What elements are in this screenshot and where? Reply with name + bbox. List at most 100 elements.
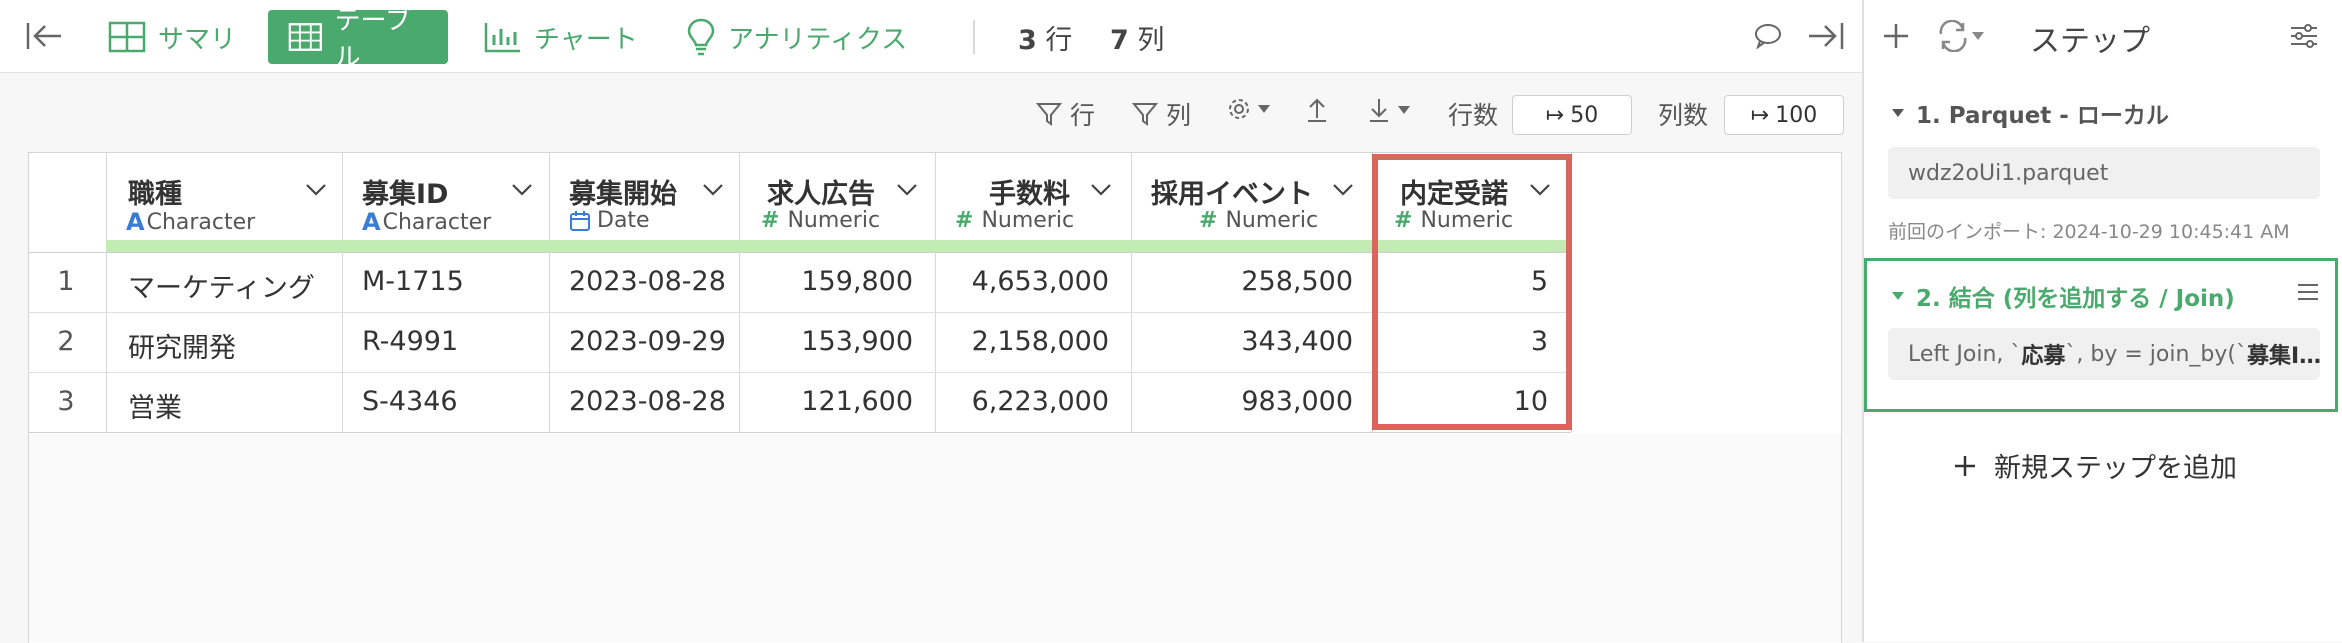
step-1-title: 1. Parquet - ローカル — [1916, 103, 2169, 129]
tab-summary[interactable]: サマリ — [108, 10, 236, 64]
row-number-header — [28, 152, 107, 252]
gear-icon — [1229, 99, 1249, 119]
column-divider — [739, 252, 740, 432]
table-cell[interactable]: 2023-08-28 — [569, 266, 726, 297]
step-2-title: 2. 結合 (列を追加する / Join) — [1916, 286, 2235, 312]
indent-arrow-icon: ↦ — [1545, 102, 1565, 128]
upload-icon[interactable] — [1304, 96, 1330, 124]
rows-input[interactable]: ↦ 50 — [1512, 95, 1632, 135]
column-name: 募集開始 — [569, 179, 677, 210]
chevron-down-icon[interactable] — [1089, 182, 1113, 198]
code-prefix: Left Join, ` — [1908, 341, 2022, 367]
table-cell[interactable]: 4,653,000 — [972, 266, 1109, 297]
comment-icon[interactable] — [1752, 20, 1784, 52]
filter-icon — [1036, 103, 1062, 126]
step-2-code[interactable]: Left Join, ` 応募 `, by = join_by(` 募集I… — [1888, 328, 2320, 380]
column-filter-button[interactable]: 列 — [1132, 96, 1191, 132]
column-header[interactable]: 募集ID A Character — [342, 152, 550, 252]
refresh-icon — [1939, 20, 1967, 52]
column-name: 職種 — [128, 179, 182, 210]
table-cell[interactable]: 983,000 — [1241, 386, 1353, 417]
column-type-label: Character — [146, 209, 256, 235]
column-highlight-box — [1372, 154, 1572, 430]
settings-menu-button[interactable] — [1226, 96, 1272, 122]
table-cell[interactable]: マーケティング — [128, 266, 315, 305]
refresh-menu-button[interactable] — [1930, 18, 1992, 54]
hash-icon: # — [955, 208, 974, 233]
table-cell[interactable]: R-4991 — [362, 326, 458, 357]
row-number: 3 — [57, 386, 75, 417]
summary-icon — [108, 21, 146, 53]
column-name: 募集ID — [362, 179, 449, 210]
chevron-down-icon[interactable] — [701, 182, 725, 198]
cols-input[interactable]: ↦ 100 — [1724, 95, 1844, 135]
row-count: 3 行 — [1018, 18, 1072, 57]
column-type: # Numeric — [955, 208, 1074, 233]
table-cell[interactable]: 258,500 — [1241, 266, 1353, 297]
tab-chart[interactable]: チャート — [484, 10, 638, 64]
download-menu-button[interactable] — [1366, 96, 1412, 124]
column-divider — [549, 252, 550, 432]
character-icon: A — [126, 208, 145, 236]
tab-table[interactable]: テーブル — [268, 6, 448, 73]
table-cell[interactable]: 6,223,000 — [972, 386, 1109, 417]
tab-table-label: テーブル — [334, 6, 412, 73]
filter-icon — [1132, 103, 1158, 126]
table-cell[interactable]: M-1715 — [362, 266, 464, 297]
menu-icon[interactable] — [2294, 278, 2322, 306]
row-filter-button[interactable]: 行 — [1036, 96, 1095, 132]
sliders-icon[interactable] — [2286, 18, 2322, 54]
column-name: 求人広告 — [767, 179, 875, 210]
add-step-button[interactable]: 新規ステップを追加 — [1952, 446, 2237, 485]
chevron-down-icon[interactable] — [510, 182, 534, 198]
chevron-down-icon[interactable] — [895, 182, 919, 198]
cols-label: 列数 — [1658, 101, 1709, 130]
row-count-unit: 行 — [1045, 25, 1073, 56]
column-type-label: Numeric — [787, 208, 881, 233]
column-header[interactable]: 手数料 # Numeric — [935, 152, 1132, 252]
column-type: Date — [569, 208, 650, 233]
column-type: # Numeric — [1199, 208, 1318, 233]
collapse-left-icon[interactable] — [24, 18, 64, 54]
column-header[interactable]: 求人広告 # Numeric — [739, 152, 936, 252]
character-icon: A — [362, 208, 381, 236]
column-name: 手数料 — [989, 179, 1070, 210]
caret-down-icon — [1892, 292, 1904, 300]
table-cell[interactable]: 営業 — [128, 386, 182, 425]
caret-down-icon — [1398, 106, 1410, 114]
step-1-file[interactable]: wdz2oUi1.parquet — [1888, 147, 2320, 199]
column-divider — [342, 252, 343, 432]
collapse-right-icon[interactable] — [1806, 18, 1846, 54]
calendar-icon — [570, 210, 590, 231]
cols-value: 100 — [1775, 102, 1818, 128]
step-1-import-time: 前回のインポート: 2024-10-29 10:45:41 AM — [1888, 221, 2290, 243]
tab-analytics-label: アナリティクス — [728, 24, 908, 55]
chevron-down-icon[interactable] — [304, 182, 328, 198]
rows-label: 行数 — [1448, 101, 1499, 130]
chevron-down-icon[interactable] — [1331, 182, 1355, 198]
step-2-header[interactable]: 2. 結合 (列を追加する / Join) — [1890, 279, 2235, 313]
column-header[interactable]: 募集開始 Date — [549, 152, 740, 252]
download-icon — [1370, 99, 1388, 122]
column-type: A Character — [126, 208, 255, 236]
add-icon[interactable] — [1878, 18, 1914, 54]
table-cell[interactable]: 343,400 — [1241, 326, 1353, 357]
table-cell[interactable]: 2023-08-28 — [569, 386, 726, 417]
column-header[interactable]: 職種 A Character — [106, 152, 343, 252]
table-cell[interactable]: 153,900 — [801, 326, 913, 357]
table-cell[interactable]: 121,600 — [801, 386, 913, 417]
toolbar-divider — [973, 20, 975, 54]
step-1-header[interactable]: 1. Parquet - ローカル — [1890, 96, 2169, 130]
table-cell[interactable]: S-4346 — [362, 386, 458, 417]
table-cell[interactable]: 2,158,000 — [972, 326, 1109, 357]
table-cell[interactable]: 2023-09-29 — [569, 326, 726, 357]
table-icon — [288, 23, 322, 51]
column-header[interactable]: 採用イベント # Numeric — [1131, 152, 1373, 252]
tab-summary-label: サマリ — [158, 24, 237, 55]
table-cell[interactable]: 159,800 — [801, 266, 913, 297]
tab-analytics[interactable]: アナリティクス — [686, 10, 907, 64]
table-cell[interactable]: 研究開発 — [128, 326, 236, 365]
column-type-label: Numeric — [1225, 208, 1319, 233]
column-count: 7 列 — [1110, 18, 1164, 57]
add-step-label: 新規ステップを追加 — [1994, 453, 2237, 484]
